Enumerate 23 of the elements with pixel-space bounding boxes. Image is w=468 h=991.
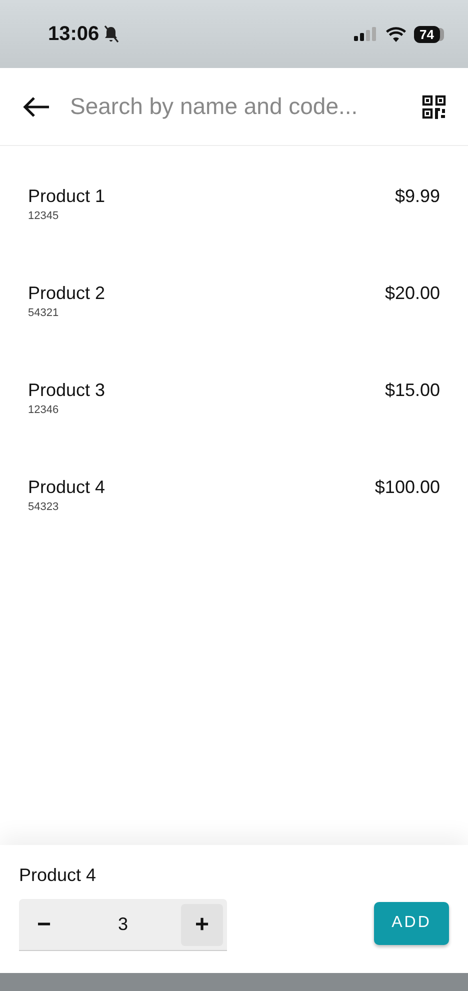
- product-price: $15.00: [384, 380, 440, 402]
- back-arrow-icon[interactable]: [22, 96, 50, 118]
- wifi-icon: [386, 26, 406, 42]
- qr-code-icon[interactable]: [422, 94, 446, 118]
- muted-bell-icon: [103, 25, 120, 43]
- decrement-button[interactable]: −: [23, 904, 65, 946]
- quantity-value: 3: [116, 914, 129, 935]
- product-name[interactable]: Product 3: [28, 380, 385, 401]
- product-name[interactable]: Product 4: [28, 477, 375, 498]
- product-price: $100.00: [374, 477, 440, 499]
- battery-level: 74: [414, 26, 440, 42]
- increment-button[interactable]: +: [181, 904, 223, 946]
- signal-icon: [354, 27, 378, 41]
- selected-product-name: Product 4: [19, 865, 98, 886]
- product-price: $9.99: [394, 186, 440, 208]
- product-code: 12345: [28, 210, 60, 222]
- product-code: 54323: [28, 501, 60, 513]
- clock: 13:06: [48, 22, 100, 46]
- product-code: 12346: [28, 404, 60, 416]
- product-price: $20.00: [384, 283, 440, 305]
- product-name[interactable]: Product 2: [28, 283, 385, 304]
- product-code: 54321: [28, 307, 60, 319]
- product-name[interactable]: Product 1: [28, 186, 395, 207]
